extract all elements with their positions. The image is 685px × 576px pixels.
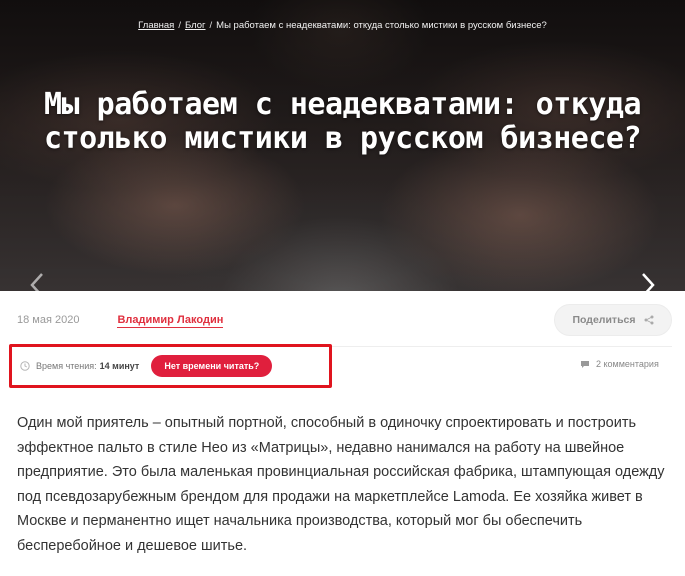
breadcrumb-home-link[interactable]: Главная (138, 20, 174, 31)
share-button[interactable]: Поделиться (554, 304, 672, 336)
article-meta: 18 мая 2020 Владимир Лакодин Поделиться (17, 302, 672, 338)
comments-count: 2 комментария (596, 359, 659, 369)
hero-banner: Главная / Блог / Мы работаем с неадекватами:… (0, 0, 685, 291)
breadcrumb: Главная / Блог / Мы работаем с неадекватами:… (0, 20, 685, 31)
comments-link[interactable]: 2 комментария (580, 359, 659, 369)
reading-time-label: Время чтения: (36, 361, 97, 371)
share-icon (644, 315, 653, 325)
reading-time-block: Время чтения: 14 минут Нет времени читат… (9, 344, 332, 388)
page-title: Мы работаем с неадекватами: откуда столь… (43, 87, 642, 156)
author-link[interactable]: Владимир Лакодин (117, 313, 224, 328)
no-time-to-read-button[interactable]: Нет времени читать? (151, 355, 273, 377)
publish-date: 18 мая 2020 (17, 314, 80, 326)
breadcrumb-separator: / (178, 20, 181, 31)
chevron-left-icon[interactable] (29, 272, 49, 297)
reading-time-value: 14 минут (99, 361, 140, 371)
chevron-right-icon[interactable] (640, 272, 660, 297)
breadcrumb-separator: / (209, 20, 213, 31)
clock-icon (20, 361, 30, 371)
comment-icon (581, 360, 589, 368)
share-button-label: Поделиться (572, 314, 636, 326)
breadcrumb-current: Мы работаем с неадекватами: откуда столь… (216, 20, 547, 31)
article-paragraph: Один мой приятель – опытный портной, спо… (17, 415, 665, 554)
breadcrumb-blog-link[interactable]: Блог (185, 20, 206, 31)
